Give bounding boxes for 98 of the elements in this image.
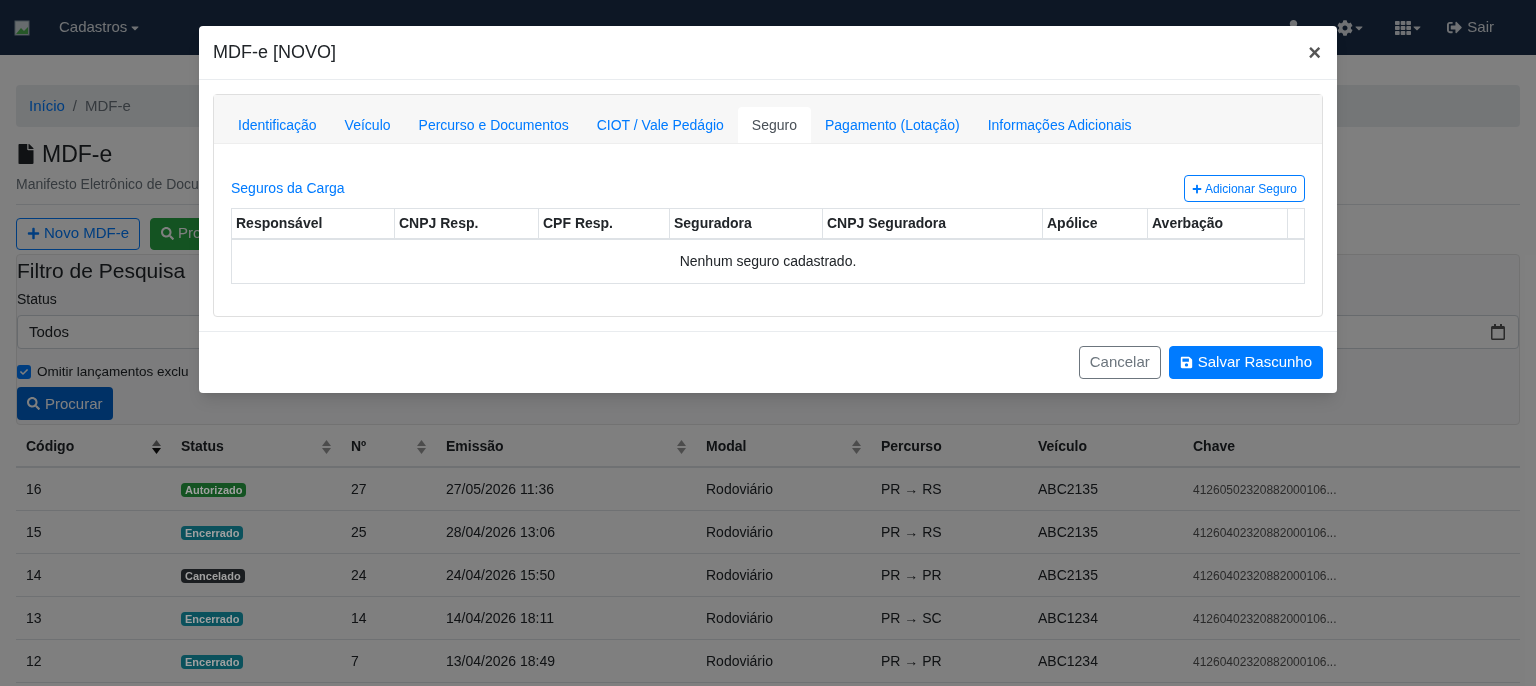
column-header[interactable]: Veículo xyxy=(1038,436,1173,458)
breadcrumb-link[interactable]: Início xyxy=(29,94,65,118)
column-header[interactable]: Percurso xyxy=(881,436,1018,458)
tab[interactable]: Seguro xyxy=(737,107,811,143)
gear-icon xyxy=(1337,19,1354,36)
column-header: CNPJ Seguradora xyxy=(827,214,947,233)
broken-image-icon xyxy=(14,19,30,36)
breadcrumb-current: MDF-e xyxy=(85,95,131,116)
status-label: Status xyxy=(17,290,58,309)
table-cell: Rodoviário xyxy=(706,523,773,540)
table-cell: Rodoviário xyxy=(706,566,773,583)
column-header: CPF Resp. xyxy=(543,214,613,233)
checkbox[interactable] xyxy=(17,365,31,380)
table-cell: PR → RS xyxy=(881,523,942,540)
filter-title: Filtro de Pesquisa xyxy=(17,257,186,284)
table-cell: 7 xyxy=(351,652,359,669)
column-header: CNPJ Resp. xyxy=(399,214,479,233)
page-title: MDF-e xyxy=(42,140,113,169)
nav-menu-item[interactable]: Cadastros xyxy=(59,16,142,39)
column-header: Responsável xyxy=(236,214,323,233)
table-cell: 41260402320882000106... xyxy=(1193,525,1337,540)
table-cell: 24 xyxy=(351,566,367,583)
table-cell: 16 xyxy=(26,480,42,497)
column-header[interactable]: Código xyxy=(26,436,161,458)
tab[interactable]: Percurso e Documentos xyxy=(404,107,583,143)
modal-title: MDF-e [NOVO] xyxy=(213,41,336,64)
table-cell: 25 xyxy=(351,523,367,540)
sort-icon xyxy=(322,439,331,454)
column-header[interactable]: Nº xyxy=(351,436,426,458)
table-cell: Rodoviário xyxy=(706,480,773,497)
status-badge: Autorizado xyxy=(181,482,247,497)
grid-icon xyxy=(1395,19,1412,36)
column-header: Averbação xyxy=(1152,214,1224,233)
search-icon xyxy=(27,397,40,411)
table-cell: PR → PR xyxy=(881,566,942,583)
table-cell: ABC2135 xyxy=(1038,566,1098,583)
column-header: Seguradora xyxy=(674,214,752,233)
table-cell: ABC2135 xyxy=(1038,523,1098,540)
checkbox-label: Omitir lançamentos exclu xyxy=(37,363,189,381)
logout-link[interactable]: Sair xyxy=(1447,16,1494,39)
table-cell: Rodoviário xyxy=(706,652,773,669)
calendar-icon[interactable] xyxy=(1490,324,1506,340)
table-cell: 27 xyxy=(351,480,367,497)
table-cell: 41260402320882000106... xyxy=(1193,654,1337,669)
tab[interactable]: Pagamento (Lotação) xyxy=(811,107,974,143)
table-cell: 15 xyxy=(26,523,42,540)
plus-icon xyxy=(1191,183,1202,194)
column-header[interactable]: Chave xyxy=(1193,436,1510,458)
add-insurance-button[interactable]: Adicionar Seguro xyxy=(1183,175,1305,202)
search-icon xyxy=(161,227,174,240)
table-cell: PR → PR xyxy=(881,652,942,669)
table-cell: PR → RS xyxy=(881,480,942,497)
table-cell: 14/04/2026 18:11 xyxy=(446,609,554,626)
table-cell: 41260502320882000106... xyxy=(1193,482,1337,497)
breadcrumb-separator: / xyxy=(71,95,79,116)
toolbar-button[interactable]: Novo MDF-e xyxy=(16,217,140,250)
save-icon xyxy=(1179,356,1193,369)
status-badge: Encerrado xyxy=(181,525,244,540)
table-cell: 27/05/2026 11:36 xyxy=(446,480,554,497)
table-cell: 13/04/2026 18:49 xyxy=(446,652,555,669)
table-cell: 13 xyxy=(26,609,42,626)
table-cell: 41260402320882000106... xyxy=(1193,611,1337,626)
check-icon xyxy=(20,368,28,377)
table-cell: 28/04/2026 13:06 xyxy=(446,523,555,540)
sort-icon xyxy=(852,439,861,454)
sort-icon xyxy=(677,439,686,454)
table-cell: PR → SC xyxy=(881,609,942,626)
column-header[interactable]: Modal xyxy=(706,436,861,458)
table-cell: 14 xyxy=(351,609,367,626)
status-badge: Encerrado xyxy=(181,611,244,626)
table-cell: Rodoviário xyxy=(706,609,773,626)
table-cell: ABC1234 xyxy=(1038,652,1098,669)
column-header: Apólice xyxy=(1047,214,1098,233)
plus-icon xyxy=(27,227,40,240)
table-cell: ABC2135 xyxy=(1038,480,1098,497)
logout-icon xyxy=(1447,20,1463,35)
tab[interactable]: Informações Adicionais xyxy=(973,107,1146,143)
close-button[interactable]: × xyxy=(1306,41,1323,64)
table-cell: 14 xyxy=(26,566,42,583)
tab[interactable]: CIOT / Vale Pedágio xyxy=(582,107,738,143)
status-badge: Cancelado xyxy=(181,568,245,583)
tab[interactable]: Veículo xyxy=(330,107,405,143)
save-draft-button[interactable]: Salvar Rascunho xyxy=(1168,346,1323,379)
status-badge: Encerrado xyxy=(181,654,244,669)
section-title: Seguros da Carga xyxy=(231,179,345,198)
table-cell: 24/04/2026 15:50 xyxy=(446,566,555,583)
table-cell: ABC1234 xyxy=(1038,609,1098,626)
search-button[interactable]: Procurar xyxy=(17,387,113,421)
file-icon xyxy=(16,144,36,165)
sort-icon xyxy=(152,439,161,454)
column-header[interactable]: Status xyxy=(181,436,331,458)
column-header[interactable]: Emissão xyxy=(446,436,686,458)
tab[interactable]: Identificação xyxy=(224,107,331,143)
table-cell: 12 xyxy=(26,652,42,669)
table-cell: 41260402320882000106... xyxy=(1193,568,1337,583)
cancel-button[interactable]: Cancelar xyxy=(1078,346,1161,379)
sort-icon xyxy=(417,439,426,454)
empty-message: Nenhum seguro cadastrado. xyxy=(679,252,857,271)
